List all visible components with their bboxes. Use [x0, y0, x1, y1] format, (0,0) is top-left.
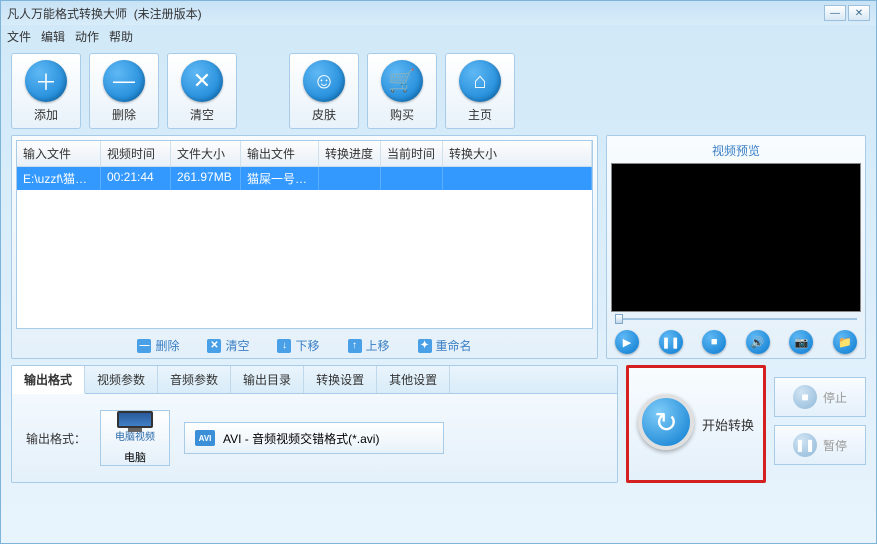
volume-button[interactable]: 🔊	[746, 330, 770, 354]
list-actions: —删除 ✕清空 ↓下移 ↑上移 ✦重命名	[16, 329, 593, 354]
skin-button[interactable]: ☺ 皮肤	[289, 53, 359, 129]
preview-video	[611, 163, 861, 312]
la-clear[interactable]: ✕清空	[207, 337, 249, 354]
minimize-button[interactable]: —	[824, 5, 846, 21]
stop-button[interactable]: ■	[702, 330, 726, 354]
buy-button[interactable]: 🛒 购买	[367, 53, 437, 129]
side-buttons: ■ 停止 ❚❚ 暂停	[774, 365, 866, 483]
arrow-down-icon: ↓	[277, 339, 291, 353]
settings-tabs: 输出格式 视频参数 音频参数 输出目录 转换设置 其他设置	[12, 366, 617, 394]
home-button[interactable]: ⌂ 主页	[445, 53, 515, 129]
col-fsize[interactable]: 文件大小	[171, 141, 241, 166]
app-title: 凡人万能格式转换大师	[7, 5, 127, 22]
add-button[interactable]: ＋ 添加	[11, 53, 81, 129]
preview-panel: 视频预览 ▶ ❚❚ ■ 🔊 📷 📁	[606, 135, 866, 359]
monitor-icon	[117, 411, 153, 428]
tab-content: 输出格式： 电脑视频 电脑 AVI AVI - 音频视频交错格式(*.avi)	[12, 394, 617, 482]
cart-icon: 🛒	[381, 60, 423, 102]
la-down[interactable]: ↓下移	[277, 337, 319, 354]
tab-convert-settings[interactable]: 转换设置	[304, 366, 377, 393]
output-format-label: 输出格式：	[26, 430, 86, 447]
pause-button[interactable]: ❚❚	[659, 330, 683, 354]
tab-output-dir[interactable]: 输出目录	[231, 366, 304, 393]
x-icon: ✕	[207, 339, 221, 353]
col-ctime[interactable]: 当前时间	[381, 141, 443, 166]
table-body[interactable]: E:\uzzf\猫屎... 00:21:44 261.97MB 猫屎一号B...	[17, 167, 592, 328]
play-button[interactable]: ▶	[615, 330, 639, 354]
x-icon: ✕	[181, 60, 223, 102]
plus-icon: ＋	[25, 60, 67, 102]
file-table: 输入文件 视频时间 文件大小 输出文件 转换进度 当前时间 转换大小 E:\uz…	[16, 140, 593, 329]
home-icon: ⌂	[459, 60, 501, 102]
start-convert-button[interactable]: ↻ 开始转换	[638, 394, 754, 454]
arrow-circle-icon: ↻	[638, 394, 694, 450]
slider-thumb[interactable]	[615, 314, 623, 324]
app-title-suffix: (未注册版本)	[134, 5, 202, 22]
table-row[interactable]: E:\uzzf\猫屎... 00:21:44 261.97MB 猫屎一号B...	[17, 167, 592, 190]
app-window: 凡人万能格式转换大师 (未注册版本) — ✕ 文件 编辑 动作 帮助 ＋ 添加 …	[0, 0, 877, 544]
table-header: 输入文件 视频时间 文件大小 输出文件 转换进度 当前时间 转换大小	[17, 141, 592, 167]
toolbar: ＋ 添加 — 删除 ✕ 清空 ☺ 皮肤 🛒 购买 ⌂ 主页	[1, 47, 876, 135]
titlebar: 凡人万能格式转换大师 (未注册版本) — ✕	[1, 1, 876, 25]
start-convert-box: ↻ 开始转换	[626, 365, 766, 483]
col-input[interactable]: 输入文件	[17, 141, 101, 166]
col-vtime[interactable]: 视频时间	[101, 141, 171, 166]
menu-file[interactable]: 文件	[7, 28, 31, 45]
close-button[interactable]: ✕	[848, 5, 870, 21]
clear-button[interactable]: ✕ 清空	[167, 53, 237, 129]
arrow-up-icon: ↑	[348, 339, 362, 353]
la-rename[interactable]: ✦重命名	[418, 337, 472, 354]
player-controls: ▶ ❚❚ ■ 🔊 📷 📁	[611, 326, 861, 354]
tab-output-format[interactable]: 输出格式	[12, 366, 85, 394]
menu-edit[interactable]: 编辑	[41, 28, 65, 45]
tab-other-settings[interactable]: 其他设置	[377, 366, 450, 393]
pause-convert-button[interactable]: ❚❚ 暂停	[774, 425, 866, 465]
snapshot-button[interactable]: 📷	[789, 330, 813, 354]
col-osize[interactable]: 转换大小	[443, 141, 592, 166]
rename-icon: ✦	[418, 339, 432, 353]
seek-slider[interactable]	[611, 312, 861, 326]
menubar: 文件 编辑 动作 帮助	[1, 25, 876, 47]
tab-video-params[interactable]: 视频参数	[85, 366, 158, 393]
la-up[interactable]: ↑上移	[348, 337, 390, 354]
stop-icon: ■	[793, 385, 817, 409]
folder-button[interactable]: 📁	[833, 330, 857, 354]
device-selector[interactable]: 电脑视频 电脑	[100, 410, 170, 466]
smile-icon: ☺	[303, 60, 345, 102]
avi-icon: AVI	[195, 430, 215, 446]
stop-convert-button[interactable]: ■ 停止	[774, 377, 866, 417]
col-progress[interactable]: 转换进度	[319, 141, 381, 166]
tab-audio-params[interactable]: 音频参数	[158, 366, 231, 393]
minus-icon: —	[103, 60, 145, 102]
menu-action[interactable]: 动作	[75, 28, 99, 45]
delete-button[interactable]: — 删除	[89, 53, 159, 129]
col-output[interactable]: 输出文件	[241, 141, 319, 166]
codec-selector[interactable]: AVI AVI - 音频视频交错格式(*.avi)	[184, 422, 444, 454]
pause-icon: ❚❚	[793, 433, 817, 457]
minus-icon: —	[137, 339, 151, 353]
preview-title: 视频预览	[611, 140, 861, 163]
la-delete[interactable]: —删除	[137, 337, 179, 354]
settings-panel: 输出格式 视频参数 音频参数 输出目录 转换设置 其他设置 输出格式： 电脑视频…	[11, 365, 618, 483]
file-list-panel: 输入文件 视频时间 文件大小 输出文件 转换进度 当前时间 转换大小 E:\uz…	[11, 135, 598, 359]
menu-help[interactable]: 帮助	[109, 28, 133, 45]
